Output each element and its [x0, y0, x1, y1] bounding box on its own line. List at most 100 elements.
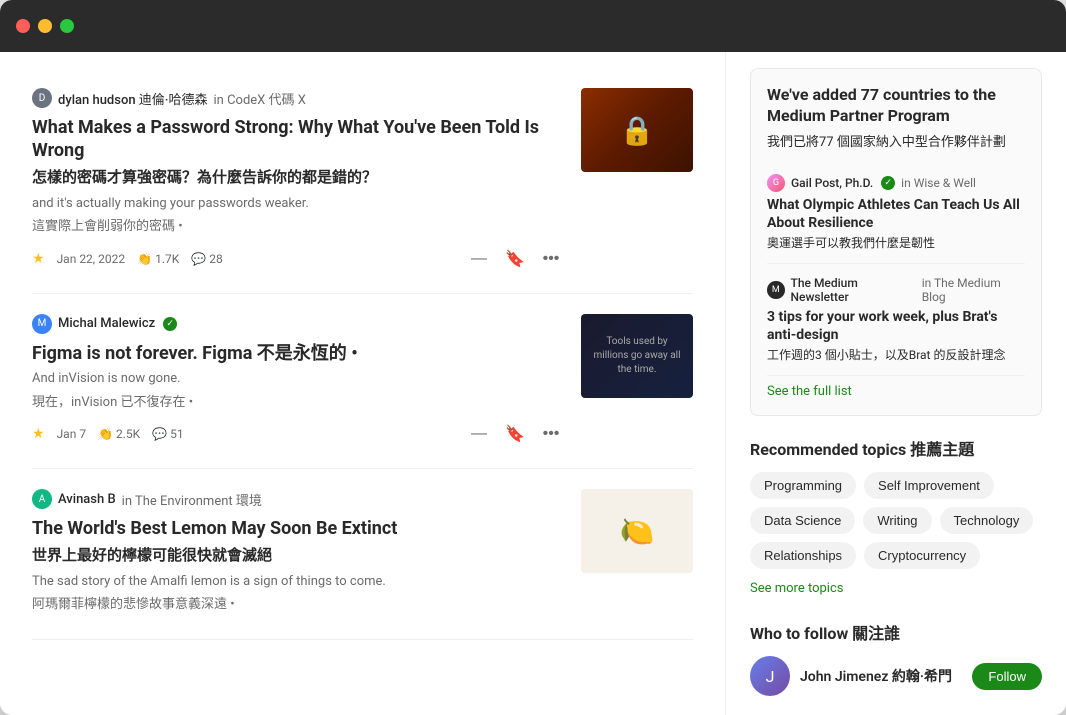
comments-count: 💬 28 [191, 252, 222, 266]
article-meta: ★ Jan 7 👏 2.5K 💬 51 — 🔖 [32, 420, 565, 448]
author-pub: in CodeX 代碼 X [213, 89, 305, 108]
author-pub: in The Environment 環境 [122, 490, 262, 509]
save-button[interactable]: 🔖 [501, 245, 529, 273]
dislike-button[interactable]: — [465, 420, 493, 448]
see-full-list-link[interactable]: See the full list [767, 384, 1025, 399]
claps-count: 👏 2.5K [98, 427, 140, 441]
partner-program-title-zh: 我們已將77 個國家納入中型合作夥伴計劃 [767, 131, 1025, 150]
article-excerpt-en: And inVision is now gone. [32, 369, 565, 389]
partner-program-title: We've added 77 countries to the Medium P… [767, 85, 1025, 127]
who-to-follow-section: Who to follow 關注誰 J John Jimenez 約翰·希門 F… [750, 620, 1042, 696]
story-title[interactable]: What Olympic Athletes Can Teach Us All A… [767, 196, 1025, 232]
avatar: M [767, 281, 785, 299]
main-content: D dylan hudson 迪倫·哈德森 in CodeX 代碼 X What… [0, 52, 1066, 715]
comment-icon: 💬 [191, 252, 206, 266]
author-line: M Michal Malewicz ✓ [32, 314, 565, 334]
follow-button[interactable]: Follow [972, 663, 1042, 690]
author-name[interactable]: dylan hudson 迪倫·哈德森 [58, 89, 207, 108]
recommended-topics-title: Recommended topics 推薦主題 [750, 436, 1042, 460]
article-body: A Avinash B in The Environment 環境 The Wo… [32, 489, 565, 618]
clap-icon: 👏 [137, 252, 152, 266]
article-date: Jan 22, 2022 [57, 252, 126, 266]
article-excerpt-zh: 現在，inVision 已不復存在 • [32, 393, 565, 413]
traffic-lights [16, 19, 74, 33]
maximize-button[interactable] [60, 19, 74, 33]
article-body: M Michal Malewicz ✓ Figma is not forever… [32, 314, 565, 448]
article-excerpt-en: The sad story of the Amalfi lemon is a s… [32, 572, 565, 592]
topic-tag-technology[interactable]: Technology [940, 507, 1034, 534]
see-more-topics-link[interactable]: See more topics [750, 581, 1042, 596]
author-pub: in Wise & Well [901, 176, 976, 190]
claps-count: 👏 1.7K [137, 252, 179, 266]
topic-tag-programming[interactable]: Programming [750, 472, 856, 499]
article-thumbnail: Tools used by millions go away all the t… [581, 314, 693, 398]
article-actions: — 🔖 ••• [465, 245, 565, 273]
dislike-button[interactable]: — [465, 245, 493, 273]
story-title-zh: 奧運選手可以教我們什麼是韌性 [767, 234, 1025, 251]
article-thumbnail: 🔒 [581, 88, 693, 172]
minimize-button[interactable] [38, 19, 52, 33]
article-date: Jan 7 [57, 427, 87, 441]
author-line: A Avinash B in The Environment 環境 [32, 489, 565, 509]
recommended-topics-section: Recommended topics 推薦主題 Programming Self… [750, 436, 1042, 596]
clap-icon: 👏 [98, 427, 113, 441]
avatar: M [32, 314, 52, 334]
article-meta: ★ Jan 22, 2022 👏 1.7K 💬 28 — 🔖 [32, 245, 565, 273]
topic-tag-writing[interactable]: Writing [863, 507, 931, 534]
story-author-line: M The Medium Newsletter in The Medium Bl… [767, 276, 1025, 304]
avatar: J [750, 656, 790, 696]
verified-icon: ✓ [881, 176, 895, 190]
article-title-en[interactable]: What Makes a Password Strong: Why What Y… [32, 116, 565, 163]
save-button[interactable]: 🔖 [501, 420, 529, 448]
who-to-follow-title: Who to follow 關注誰 [750, 620, 1042, 644]
close-button[interactable] [16, 19, 30, 33]
figma-thumb-text: Tools used by millions go away all the t… [589, 335, 685, 377]
verified-icon: ✓ [163, 317, 177, 331]
article-excerpt-zh: 阿瑪爾菲檸檬的悲慘故事意義深遠 • [32, 595, 565, 615]
topic-tag-data-science[interactable]: Data Science [750, 507, 855, 534]
more-button[interactable]: ••• [537, 420, 565, 448]
sidebar-story: M The Medium Newsletter in The Medium Bl… [767, 264, 1025, 376]
avatar: G [767, 174, 785, 192]
article-title-zh[interactable]: 怎樣的密碼才算強密碼？為什麼告訴你的都是錯的？ [32, 167, 565, 188]
author-name[interactable]: The Medium Newsletter [791, 276, 916, 304]
article-actions: — 🔖 ••• [465, 420, 565, 448]
story-title-zh: 工作週的3 個小貼士，以及Brat 的反設計理念 [767, 346, 1025, 363]
comments-count: 💬 51 [152, 427, 183, 441]
topics-grid: Programming Self Improvement Data Scienc… [750, 472, 1042, 569]
article-body: D dylan hudson 迪倫·哈德森 in CodeX 代碼 X What… [32, 88, 565, 273]
topic-tag-relationships[interactable]: Relationships [750, 542, 856, 569]
article-title-en[interactable]: Figma is not forever. Figma 不是永恆的 • [32, 342, 565, 365]
topic-tag-self-improvement[interactable]: Self Improvement [864, 472, 994, 499]
comment-icon: 💬 [152, 427, 167, 441]
author-pub: in The Medium Blog [922, 276, 1025, 304]
sidebar-story: G Gail Post, Ph.D. ✓ in Wise & Well What… [767, 162, 1025, 264]
follow-name: John Jimenez 約翰·希門 [800, 666, 962, 686]
story-title[interactable]: 3 tips for your work week, plus Brat's a… [767, 308, 1025, 344]
more-button[interactable]: ••• [537, 245, 565, 273]
partner-program-card: We've added 77 countries to the Medium P… [750, 68, 1042, 416]
article-excerpt-en: and it's actually making your passwords … [32, 194, 565, 214]
article-item: A Avinash B in The Environment 環境 The Wo… [32, 469, 693, 639]
star-icon: ★ [32, 426, 45, 442]
story-author-line: G Gail Post, Ph.D. ✓ in Wise & Well [767, 174, 1025, 192]
follow-item: J John Jimenez 約翰·希門 Follow [750, 656, 1042, 696]
titlebar [0, 0, 1066, 52]
author-line: D dylan hudson 迪倫·哈德森 in CodeX 代碼 X [32, 88, 565, 108]
article-item: D dylan hudson 迪倫·哈德森 in CodeX 代碼 X What… [32, 68, 693, 294]
article-item: M Michal Malewicz ✓ Figma is not forever… [32, 294, 693, 469]
avatar: D [32, 88, 52, 108]
article-excerpt-zh: 這實際上會削弱你的密碼 • [32, 217, 565, 237]
topic-tag-cryptocurrency[interactable]: Cryptocurrency [864, 542, 980, 569]
avatar: A [32, 489, 52, 509]
article-thumbnail: 🍋 [581, 489, 693, 573]
author-name[interactable]: Avinash B [58, 492, 116, 507]
article-title-zh[interactable]: 世界上最好的檸檬可能很快就會滅絕 [32, 545, 565, 566]
author-name[interactable]: Michal Malewicz [58, 316, 155, 331]
main-feed: D dylan hudson 迪倫·哈德森 in CodeX 代碼 X What… [0, 52, 726, 715]
app-window: D dylan hudson 迪倫·哈德森 in CodeX 代碼 X What… [0, 0, 1066, 715]
author-name[interactable]: Gail Post, Ph.D. [791, 176, 873, 190]
sidebar: We've added 77 countries to the Medium P… [726, 52, 1066, 715]
star-icon: ★ [32, 251, 45, 267]
article-title-en[interactable]: The World's Best Lemon May Soon Be Extin… [32, 517, 565, 540]
